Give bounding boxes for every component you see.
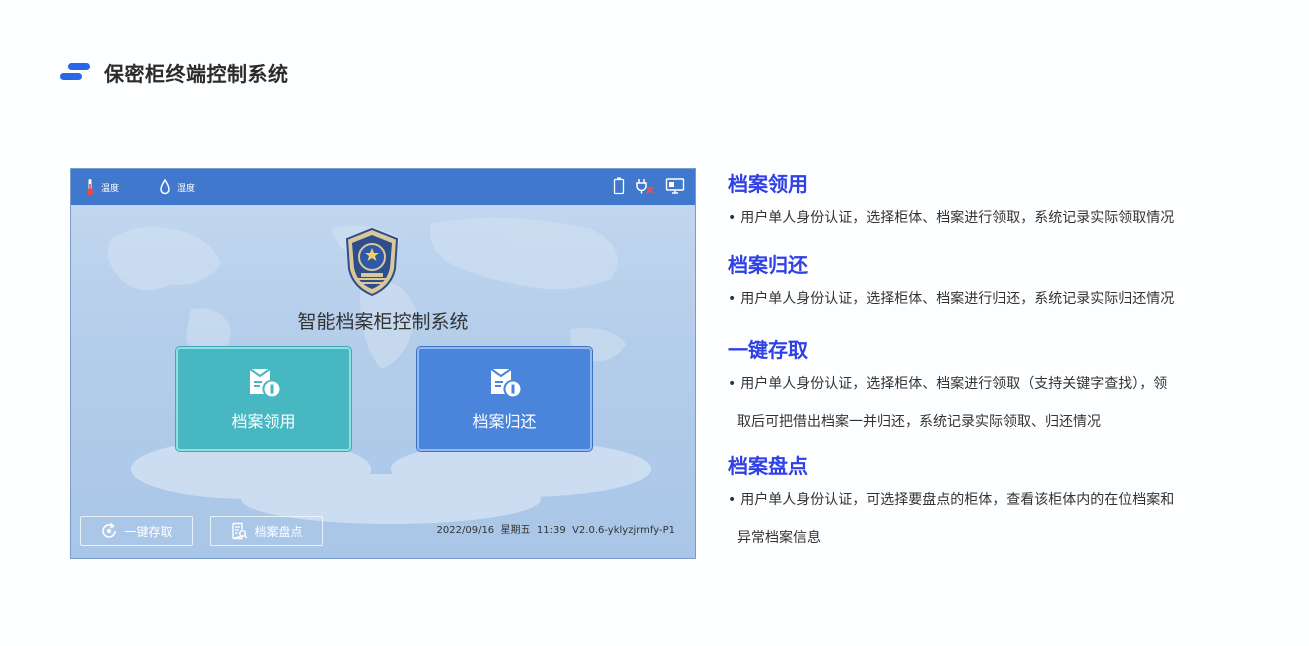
feature-one-key: 一键存取 • 用户单人身份认证，选择柜体、档案进行领取（支持关键字查找），领 取后… (728, 337, 1268, 441)
archive-borrow-label: 档案领用 (231, 412, 296, 431)
humidity-indicator: 湿度 (159, 179, 195, 195)
archive-return-button[interactable]: 档案归还 (417, 347, 592, 451)
archive-inventory-label: 档案盘点 (254, 524, 303, 539)
feature-title: 档案盘点 (728, 454, 808, 478)
device-screen: 温度 湿度 智能档案柜控制系统 档案领用 档案归还 一键存取 档案盘点 2022… (70, 168, 696, 559)
police-emblem-icon (345, 227, 399, 297)
feature-borrow: 档案领用 • 用户单人身份认证，选择柜体、档案进行领取，系统记录实际领取情况 (728, 171, 1268, 237)
refresh-cycle-icon (102, 522, 117, 538)
feature-title: 档案归还 (728, 253, 808, 277)
humidity-label: 湿度 (177, 183, 196, 194)
footer-time: 11:39 (536, 525, 566, 536)
archive-return-label: 档案归还 (472, 412, 537, 431)
footer-weekday: 星期五 (500, 525, 531, 536)
system-name: 智能档案柜控制系统 (297, 311, 469, 333)
document-search-icon (232, 522, 249, 540)
water-drop-icon (160, 179, 170, 195)
plug-disconnected-icon (636, 179, 654, 194)
feature-title: 档案领用 (728, 172, 808, 196)
battery-icon (613, 177, 625, 195)
feature-description: • 用户单人身份认证，选择柜体、档案进行归还，系统记录实际归还情况 (728, 291, 1175, 307)
document-borrow-icon (248, 368, 279, 397)
status-bar: 温度 湿度 (71, 169, 695, 205)
page-header: 保密柜终端控制系统 (60, 58, 289, 86)
thermometer-icon (86, 179, 94, 196)
feature-inventory: 档案盘点 • 用户单人身份认证，可选择要盘点的柜体，查看该柜体内的在位档案和 异常… (728, 453, 1268, 557)
device-footer-info: 2022/09/16 星期五 11:39 V2.0.6-yklyzjrmfy-P… (437, 521, 675, 536)
feature-description: • 用户单人身份认证，可选择要盘点的柜体，查看该柜体内的在位档案和 异常档案信息 (728, 492, 1175, 546)
feature-description: • 用户单人身份认证，选择柜体、档案进行领取，系统记录实际领取情况 (728, 210, 1175, 226)
feature-title: 一键存取 (728, 338, 808, 362)
monitor-network-icon (665, 178, 685, 194)
temperature-indicator: 温度 (85, 178, 119, 196)
archive-inventory-button[interactable]: 档案盘点 (210, 516, 323, 546)
one-key-access-label: 一键存取 (124, 524, 173, 539)
footer-version: V2.0.6-yklyzjrmfy-P1 (572, 525, 675, 536)
status-icons (613, 177, 685, 195)
feature-return: 档案归还 • 用户单人身份认证，选择柜体、档案进行归还，系统记录实际归还情况 (728, 252, 1268, 318)
archive-borrow-button[interactable]: 档案领用 (176, 347, 351, 451)
logo-icon (60, 61, 92, 83)
one-key-access-button[interactable]: 一键存取 (80, 516, 193, 546)
temperature-label: 温度 (101, 183, 120, 194)
feature-description: • 用户单人身份认证，选择柜体、档案进行领取（支持关键字查找），领 取后可把借出档… (728, 376, 1168, 430)
document-return-icon (489, 368, 520, 397)
footer-date: 2022/09/16 (436, 525, 495, 536)
page-title: 保密柜终端控制系统 (104, 61, 289, 86)
